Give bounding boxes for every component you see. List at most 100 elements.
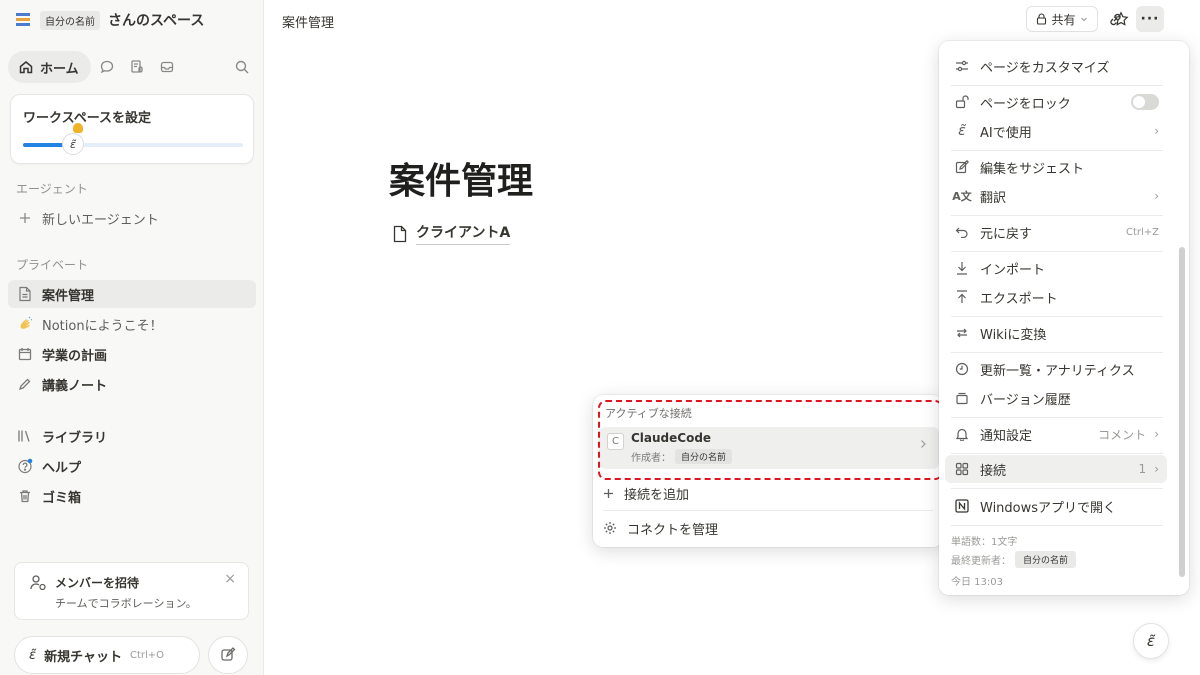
new-agent-label: 新しいエージェント <box>42 212 159 228</box>
sidebar-item-welcome[interactable]: Notionにようこそ！ <box>8 310 256 338</box>
ai-face-icon: ɛ̃ <box>958 123 966 139</box>
chat-icon[interactable] <box>93 53 121 81</box>
page-title[interactable]: 案件管理 <box>389 152 533 204</box>
menu-item-convert-wiki[interactable]: Wikiに変換 <box>945 319 1167 347</box>
menu-item-label: バージョン履歴 <box>980 392 1071 408</box>
menu-item-label: 翻訳 <box>980 190 1007 206</box>
chevron-down-icon <box>1080 15 1088 23</box>
chevron-right-icon: › <box>1154 427 1159 441</box>
connection-meta: 作成者： 自分の名前 <box>631 449 733 464</box>
menu-item-notifications[interactable]: 通知設定 コメント › <box>945 420 1167 448</box>
manage-connections-button[interactable]: コネクトを管理 <box>603 514 718 542</box>
page-icon <box>16 285 34 303</box>
close-icon[interactable]: × <box>224 571 236 587</box>
lock-open-icon <box>952 92 972 112</box>
menu-item-label: Windowsアプリで開く <box>980 500 1117 516</box>
new-chat-button[interactable]: ɛ̃ 新規チャット Ctrl+O <box>14 636 200 674</box>
add-connection-button[interactable]: 接続を追加 <box>603 479 689 507</box>
divider <box>951 453 1163 454</box>
active-connections-label: アクティブな接続 <box>605 407 692 420</box>
star-icon[interactable] <box>1110 8 1132 30</box>
menu-item-export[interactable]: エクスポート <box>945 283 1167 311</box>
divider <box>951 525 1163 526</box>
menu-item-translate[interactable]: A文 翻訳 › <box>945 182 1167 210</box>
subpage-label: クライアントA <box>416 222 511 245</box>
share-label: 共有 <box>1051 12 1076 27</box>
lock-toggle[interactable] <box>1131 94 1159 110</box>
setup-title: ワークスペースを設定 <box>23 111 152 126</box>
menu-item-connections[interactable]: 接続 1 › <box>945 455 1167 483</box>
menu-item-version-history[interactable]: バージョン履歴 <box>945 384 1167 412</box>
invite-members-card[interactable]: メンバーを招待 チームでコラボレーション。 × <box>14 562 249 620</box>
workspace-name-suffix: さんのスペース <box>108 13 205 29</box>
sidebar-item-label: 講義ノート <box>42 378 108 394</box>
chevron-right-icon <box>919 439 927 449</box>
divider <box>951 488 1163 489</box>
sidebar-item-trash[interactable]: ゴミ箱 <box>8 482 256 510</box>
chevron-right-icon: › <box>1154 124 1159 138</box>
sidebar-item-anken-kanri[interactable]: 案件管理 <box>8 280 256 308</box>
connections-popover: アクティブな接続 C ClaudeCode 作成者： 自分の名前 接続を追加 コ… <box>593 395 943 547</box>
suggest-edit-icon <box>952 157 972 177</box>
menu-item-open-windows[interactable]: Windowsアプリで開く <box>945 492 1167 520</box>
connection-item[interactable]: C ClaudeCode 作成者： 自分の名前 <box>599 427 939 469</box>
breadcrumb[interactable]: 案件管理 <box>282 12 334 31</box>
divider <box>951 85 1163 86</box>
last-edited-time: 今日 13:03 <box>951 577 1003 588</box>
sidebar-item-library[interactable]: ライブラリ <box>8 422 256 450</box>
menu-item-undo[interactable]: 元に戻す Ctrl+Z <box>945 218 1167 246</box>
menu-item-ai-use[interactable]: ɛ̃ AIで使用 › <box>945 117 1167 145</box>
compose-button[interactable] <box>208 636 248 674</box>
menu-item-label: 通知設定 <box>980 428 1033 444</box>
search-icon[interactable] <box>228 53 256 81</box>
menu-item-import[interactable]: インポート <box>945 254 1167 282</box>
page-icon <box>392 225 408 243</box>
last-edited-name: 自分の名前 <box>1015 551 1077 568</box>
menu-item-suggest-edits[interactable]: 編集をサジェスト <box>945 153 1167 181</box>
menu-scrollbar[interactable] <box>1179 247 1185 577</box>
workspace-setup-card[interactable]: ワークスペースを設定 <box>10 94 254 164</box>
sidebar-item-study-plan[interactable]: 学業の計画 <box>8 340 256 368</box>
menu-item-label: 接続 <box>980 463 1007 479</box>
library-label: ライブラリ <box>42 430 108 446</box>
workspace-logo-icon <box>14 11 32 29</box>
home-label: ホーム <box>40 61 79 77</box>
menu-item-customize[interactable]: ページをカスタマイズ <box>945 52 1167 80</box>
more-options-button[interactable]: ··· <box>1136 6 1164 32</box>
calendar-icon <box>16 345 34 363</box>
history-icon <box>952 388 972 408</box>
menu-item-label: 編集をサジェスト <box>980 161 1085 177</box>
menu-item-label: AIで使用 <box>980 125 1032 141</box>
agents-section-label: エージェント <box>16 182 88 196</box>
divider <box>951 316 1163 317</box>
top-navigation: ホーム <box>8 50 256 84</box>
menu-item-label: インポート <box>980 262 1046 278</box>
new-agent-button[interactable]: 新しいエージェント <box>8 204 256 232</box>
export-icon <box>952 287 972 307</box>
ai-assistant-button[interactable]: ɛ̃ <box>1133 623 1169 659</box>
compose-icon <box>220 647 236 663</box>
divider <box>951 251 1163 252</box>
duck-icon <box>73 123 83 133</box>
sidebar-item-help[interactable]: ヘルプ <box>8 452 256 480</box>
share-button[interactable]: 共有 <box>1026 6 1098 32</box>
inbox-icon[interactable] <box>153 53 181 81</box>
trash-icon <box>16 487 34 505</box>
menu-item-lock[interactable]: ページをロック <box>945 88 1167 116</box>
home-tab[interactable]: ホーム <box>8 51 91 83</box>
help-label: ヘルプ <box>42 460 82 476</box>
plus-icon <box>603 488 614 499</box>
clock-icon <box>952 359 972 379</box>
subpage-link[interactable]: クライアントA <box>392 222 511 245</box>
help-icon <box>16 457 34 475</box>
creator-name: 自分の名前 <box>675 449 733 464</box>
import-icon <box>952 258 972 278</box>
add-connection-label: 接続を追加 <box>624 487 690 503</box>
menu-item-label: Wikiに変換 <box>980 327 1047 343</box>
menu-item-label: 更新一覧・アナリティクス <box>980 363 1135 379</box>
sidebar-item-lecture-notes[interactable]: 講義ノート <box>8 370 256 398</box>
meeting-notes-icon[interactable] <box>123 53 151 81</box>
creator-label: 作成者： <box>631 453 671 464</box>
workspace-switcher[interactable]: 自分の名前 さんのスペース <box>14 8 204 32</box>
menu-item-updates-analytics[interactable]: 更新一覧・アナリティクス <box>945 355 1167 383</box>
